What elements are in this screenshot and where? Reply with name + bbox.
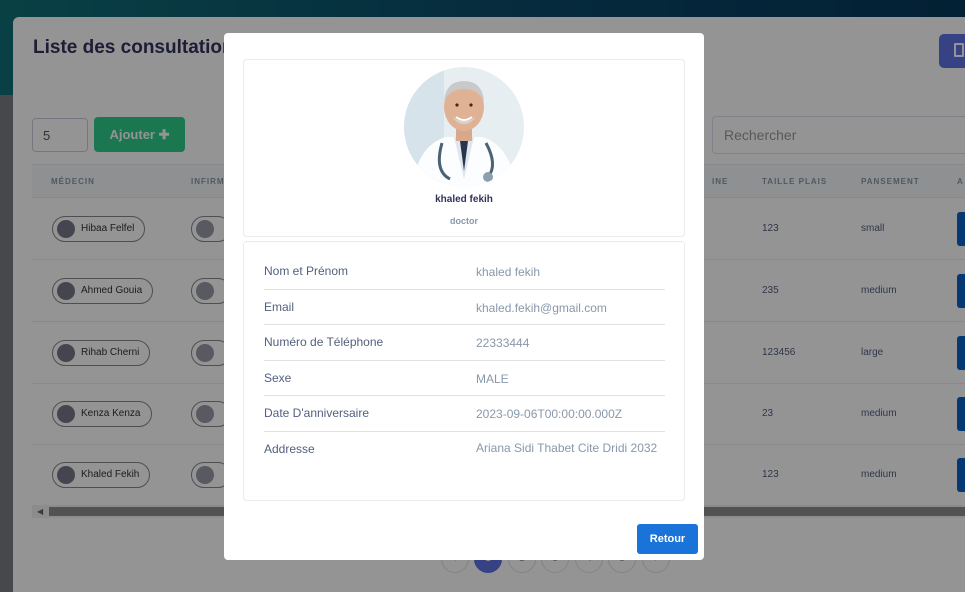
back-button[interactable]: Retour bbox=[637, 524, 698, 554]
profile-details: Nom et Prénom khaled fekih Email khaled.… bbox=[243, 241, 685, 501]
detail-label: Email bbox=[264, 300, 295, 314]
profile-name: khaled fekih bbox=[435, 194, 493, 205]
detail-row: Date D'anniversaire 2023-09-06T00:00:00.… bbox=[264, 396, 665, 432]
detail-row: Sexe MALE bbox=[264, 361, 665, 396]
detail-value: Ariana Sidi Thabet Cite Dridi 2032 bbox=[476, 441, 658, 455]
detail-row: Nom et Prénom khaled fekih bbox=[264, 254, 665, 290]
detail-value: 22333444 bbox=[476, 336, 530, 350]
detail-label: Numéro de Téléphone bbox=[264, 335, 384, 349]
detail-value: khaled.fekih@gmail.com bbox=[476, 301, 607, 315]
detail-row: Addresse Ariana Sidi Thabet Cite Dridi 2… bbox=[264, 432, 665, 492]
detail-label: Sexe bbox=[264, 371, 292, 385]
detail-label: Date D'anniversaire bbox=[264, 406, 370, 420]
doctor-photo bbox=[404, 67, 524, 187]
profile-card: khaled fekih doctor bbox=[243, 59, 685, 237]
detail-label: Nom et Prénom bbox=[264, 264, 349, 278]
detail-row: Numéro de Téléphone 22333444 bbox=[264, 325, 665, 361]
profile-role: doctor bbox=[450, 216, 478, 226]
detail-value: MALE bbox=[476, 372, 509, 386]
detail-value: khaled fekih bbox=[476, 265, 541, 279]
detail-value: 2023-09-06T00:00:00.000Z bbox=[476, 407, 623, 421]
detail-label: Addresse bbox=[264, 442, 315, 456]
detail-row: Email khaled.fekih@gmail.com bbox=[264, 290, 665, 325]
profile-modal: khaled fekih doctor Nom et Prénom khaled… bbox=[224, 33, 704, 560]
profile-avatar bbox=[404, 67, 524, 187]
